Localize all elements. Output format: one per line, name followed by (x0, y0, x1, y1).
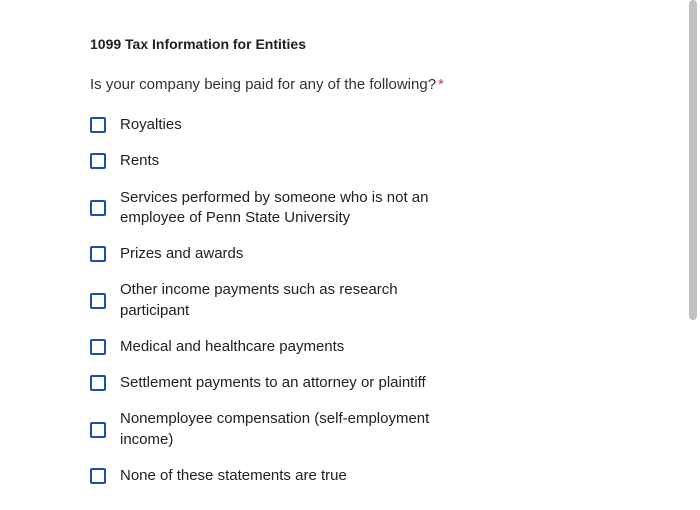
option-label: Nonemployee compensation (self-employmen… (120, 409, 460, 450)
option-label: Rents (120, 151, 159, 171)
option-other-income[interactable]: Other income payments such as research p… (90, 280, 610, 321)
checkbox-icon[interactable] (90, 246, 106, 262)
option-royalties[interactable]: Royalties (90, 115, 610, 135)
checkbox-icon[interactable] (90, 153, 106, 169)
option-prizes[interactable]: Prizes and awards (90, 244, 610, 264)
checkbox-icon[interactable] (90, 422, 106, 438)
checkbox-icon[interactable] (90, 468, 106, 484)
scrollbar-track[interactable] (686, 0, 700, 510)
option-settlement[interactable]: Settlement payments to an attorney or pl… (90, 373, 610, 393)
question-text: Is your company being paid for any of th… (90, 76, 610, 93)
option-label: Royalties (120, 115, 182, 135)
section-title: 1099 Tax Information for Entities (90, 36, 610, 52)
option-label: Medical and healthcare payments (120, 337, 344, 357)
option-label: None of these statements are true (120, 466, 347, 486)
option-medical[interactable]: Medical and healthcare payments (90, 337, 610, 357)
form-page: 1099 Tax Information for Entities Is you… (0, 0, 700, 510)
options-group: Royalties Rents Services performed by so… (90, 115, 610, 502)
option-label: Other income payments such as research p… (120, 280, 460, 321)
option-label: Settlement payments to an attorney or pl… (120, 373, 426, 393)
checkbox-icon[interactable] (90, 200, 106, 216)
question-label: Is your company being paid for any of th… (90, 76, 436, 93)
option-rents[interactable]: Rents (90, 151, 610, 171)
checkbox-icon[interactable] (90, 339, 106, 355)
checkbox-icon[interactable] (90, 375, 106, 391)
option-label: Prizes and awards (120, 244, 243, 264)
required-asterisk: * (438, 76, 444, 93)
option-nonemployee[interactable]: Nonemployee compensation (self-employmen… (90, 409, 610, 450)
checkbox-icon[interactable] (90, 293, 106, 309)
option-services[interactable]: Services performed by someone who is not… (90, 188, 610, 229)
option-none[interactable]: None of these statements are true (90, 466, 610, 486)
checkbox-icon[interactable] (90, 117, 106, 133)
scrollbar-thumb[interactable] (689, 0, 697, 320)
option-label: Services performed by someone who is not… (120, 188, 460, 229)
